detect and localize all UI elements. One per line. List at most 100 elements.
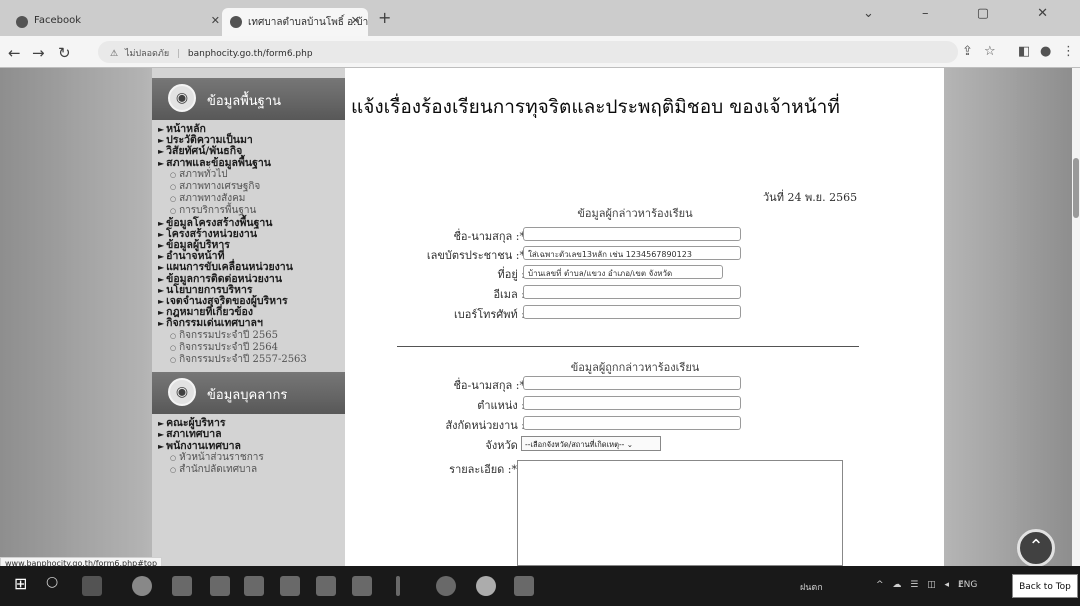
back-to-top-label[interactable]: Back to Top	[1012, 574, 1078, 598]
address-input[interactable]: บ้านเลขที่ ตำบล/แขวง อำเภอ/เขต จังหวัด	[523, 265, 723, 279]
app-icon[interactable]	[172, 576, 192, 596]
site-icon	[230, 16, 242, 28]
system-tray-icons[interactable]: ^ ☁ ☰ ◫ ◂ ♪	[876, 580, 967, 590]
profile-icon[interactable]: ●	[1040, 44, 1051, 59]
mail-icon[interactable]	[244, 576, 264, 596]
menu-icon[interactable]: ⋮	[1062, 44, 1075, 59]
sidebar-subitem[interactable]: ○ หัวหน้าส่วนราชการ	[158, 452, 345, 464]
bullet-icon: ○	[170, 183, 177, 192]
sidebar-item-label: ข้อมูลโครงสร้างพื้นฐาน	[166, 216, 273, 229]
form-row: ที่อยู่ : บ้านเลขที่ ตำบล/แขวง อำเภอ/เขต…	[345, 265, 945, 281]
globe-icon: ◉	[168, 378, 196, 407]
bullet-icon: ○	[170, 343, 177, 352]
sidebar-item-label: กิจกรรมประจำปี 2565	[179, 329, 278, 341]
phone-label: เบอร์โทรศัพท์ :	[453, 308, 525, 321]
page-scrollbar[interactable]	[1072, 68, 1080, 566]
complainant-heading: ข้อมูลผู้กล่าวหาร้องเรียน	[577, 207, 693, 220]
app-icon[interactable]	[316, 576, 336, 596]
arrow-icon: ►	[158, 440, 165, 451]
accused-name-input[interactable]	[523, 376, 741, 390]
app-icon[interactable]	[280, 576, 300, 596]
sidebar-header-personnel: ◉ ข้อมูลบุคลากร	[152, 372, 345, 415]
sidebar-item-label: แผนการขับเคลื่อนหน่วยงาน	[166, 261, 293, 274]
sidebar-subitem[interactable]: ○ กิจกรรมประจำปี 2565	[158, 330, 345, 342]
sidebar-item-label: กฎหมายที่เกี่ยวข้อง	[166, 306, 253, 319]
arrow-icon: ►	[158, 284, 165, 295]
detail-textarea[interactable]	[517, 460, 843, 566]
window-controls[interactable]: ⌄ – ▢ ✕	[863, 6, 1070, 21]
sidebar-subitem[interactable]: ○ สภาพทั่วไป	[158, 169, 345, 181]
accused-heading: ข้อมูลผู้ถูกกล่าวหาร้องเรียน	[570, 361, 700, 374]
back-arrow-icon[interactable]: ←	[8, 44, 21, 62]
bullet-icon: ○	[170, 207, 177, 216]
word-icon[interactable]	[352, 576, 372, 596]
province-select[interactable]: --เลือกจังหวัด/สถานที่เกิดเหตุ-- ⌄	[521, 436, 661, 451]
tab-facebook[interactable]: Facebook ✕	[8, 8, 228, 36]
id-card-input[interactable]: ใส่เฉพาะตัวเลข13หลัก เช่น 1234567890123	[523, 246, 741, 260]
detail-label: รายละเอียด :*	[449, 463, 517, 476]
sidebar-subitem[interactable]: ○ สภาพทางสังคม	[158, 193, 345, 205]
sidebar-item-label: สภาพทางสังคม	[179, 193, 246, 205]
close-icon[interactable]: ✕	[351, 14, 360, 27]
reload-icon[interactable]: ↻	[58, 44, 71, 62]
accused-name-label: ชื่อ-นามสกุล :*	[453, 379, 525, 392]
sidebar-subitem[interactable]: ○ สภาพทางเศรษฐกิจ	[158, 181, 345, 193]
tab-banphocity[interactable]: เทศบาลตำบลบ้านโพธิ์ อ.บ้านโพธิ์ จ.ฉะ ✕	[222, 8, 368, 36]
bullet-icon: ○	[170, 466, 177, 475]
warning-icon: ⚠	[110, 49, 119, 59]
form-row: จังหวัด : --เลือกจังหวัด/สถานที่เกิดเหตุ…	[345, 436, 945, 452]
facebook-icon	[16, 16, 28, 28]
address-input[interactable]: ⚠ ไม่ปลอดภัย | banphocity.go.th/form6.ph…	[98, 41, 958, 63]
share-icon[interactable]: ⇪	[962, 44, 973, 59]
back-to-top-button[interactable]: ⌃	[1017, 529, 1055, 567]
sidebar-item-label: วิสัยทัศน์/พันธกิจ	[166, 145, 243, 158]
complainant-name-input[interactable]	[523, 227, 741, 241]
sidebar-subitem[interactable]: ○ กิจกรรมประจำปี 2557-2563	[158, 354, 345, 366]
chevron-down-icon: ⌄	[626, 440, 634, 449]
email-input[interactable]	[523, 285, 741, 299]
windows-start-icon[interactable]: ⊞	[14, 574, 34, 594]
task-view-icon[interactable]	[82, 576, 102, 596]
name-label: ชื่อ-นามสกุล :*	[453, 230, 525, 243]
arrow-icon: ►	[158, 429, 165, 440]
sidebar-item-label: กิจกรรมประจำปี 2557-2563	[179, 354, 307, 366]
arrow-icon: ►	[158, 273, 165, 284]
agency-input[interactable]	[523, 416, 741, 430]
section-divider	[397, 346, 859, 347]
sidebar-item[interactable]: ► สภาพและข้อมูลพื้นฐาน	[158, 157, 345, 169]
sidebar-subitem[interactable]: ○ สำนักปลัดเทศบาล	[158, 464, 345, 476]
language-indicator[interactable]: ENG	[958, 580, 977, 590]
bullet-icon: ○	[170, 195, 177, 204]
weather-text[interactable]: ฝนตก	[800, 580, 823, 594]
forward-arrow-icon[interactable]: →	[32, 44, 45, 62]
app-icon[interactable]	[396, 576, 400, 596]
new-tab-button[interactable]: +	[378, 8, 391, 27]
sidebar-item-label: ข้อมูลการติดต่อหน่วยงาน	[166, 272, 282, 285]
phone-input[interactable]	[523, 305, 741, 319]
chrome-icon[interactable]	[132, 576, 152, 596]
arrow-icon: ►	[158, 262, 165, 273]
arrow-icon: ►	[158, 124, 165, 134]
sidebar-item-label: คณะผู้บริหาร	[166, 417, 226, 430]
arrow-icon: ►	[158, 146, 165, 157]
app-icon[interactable]	[476, 576, 496, 596]
sidebar-item[interactable]: ► กิจกรรมเด่นเทศบาลฯ	[158, 318, 345, 329]
scroll-thumb[interactable]	[1073, 158, 1079, 218]
sidebar-item[interactable]: ► พนักงานเทศบาล	[158, 439, 345, 452]
star-icon[interactable]: ☆	[984, 44, 996, 59]
close-icon[interactable]: ✕	[211, 14, 220, 27]
app-icon[interactable]	[436, 576, 456, 596]
search-icon[interactable]: ○	[46, 574, 66, 594]
sidebar-subitem[interactable]: ○ กิจกรรมประจำปี 2564	[158, 342, 345, 354]
sidebar-item-label: พนักงานเทศบาล	[166, 439, 241, 452]
sidebar-item-label: กิจกรรมประจำปี 2564	[179, 341, 278, 353]
sidepanel-icon[interactable]: ◧	[1018, 44, 1030, 59]
form-row: เลขบัตรประชาชน :* ใส่เฉพาะตัวเลข13หลัก เ…	[345, 246, 945, 262]
app-icon[interactable]	[514, 576, 534, 596]
file-explorer-icon[interactable]	[210, 576, 230, 596]
form-row: เบอร์โทรศัพท์ :	[345, 305, 945, 321]
main-content: แจ้งเรื่องร้องเรียนการทุจริตและประพฤติมิ…	[345, 68, 944, 566]
sidebar-item-label: สภาเทศบาล	[166, 428, 222, 441]
position-input[interactable]	[523, 396, 741, 410]
background-decoration	[944, 68, 1072, 566]
